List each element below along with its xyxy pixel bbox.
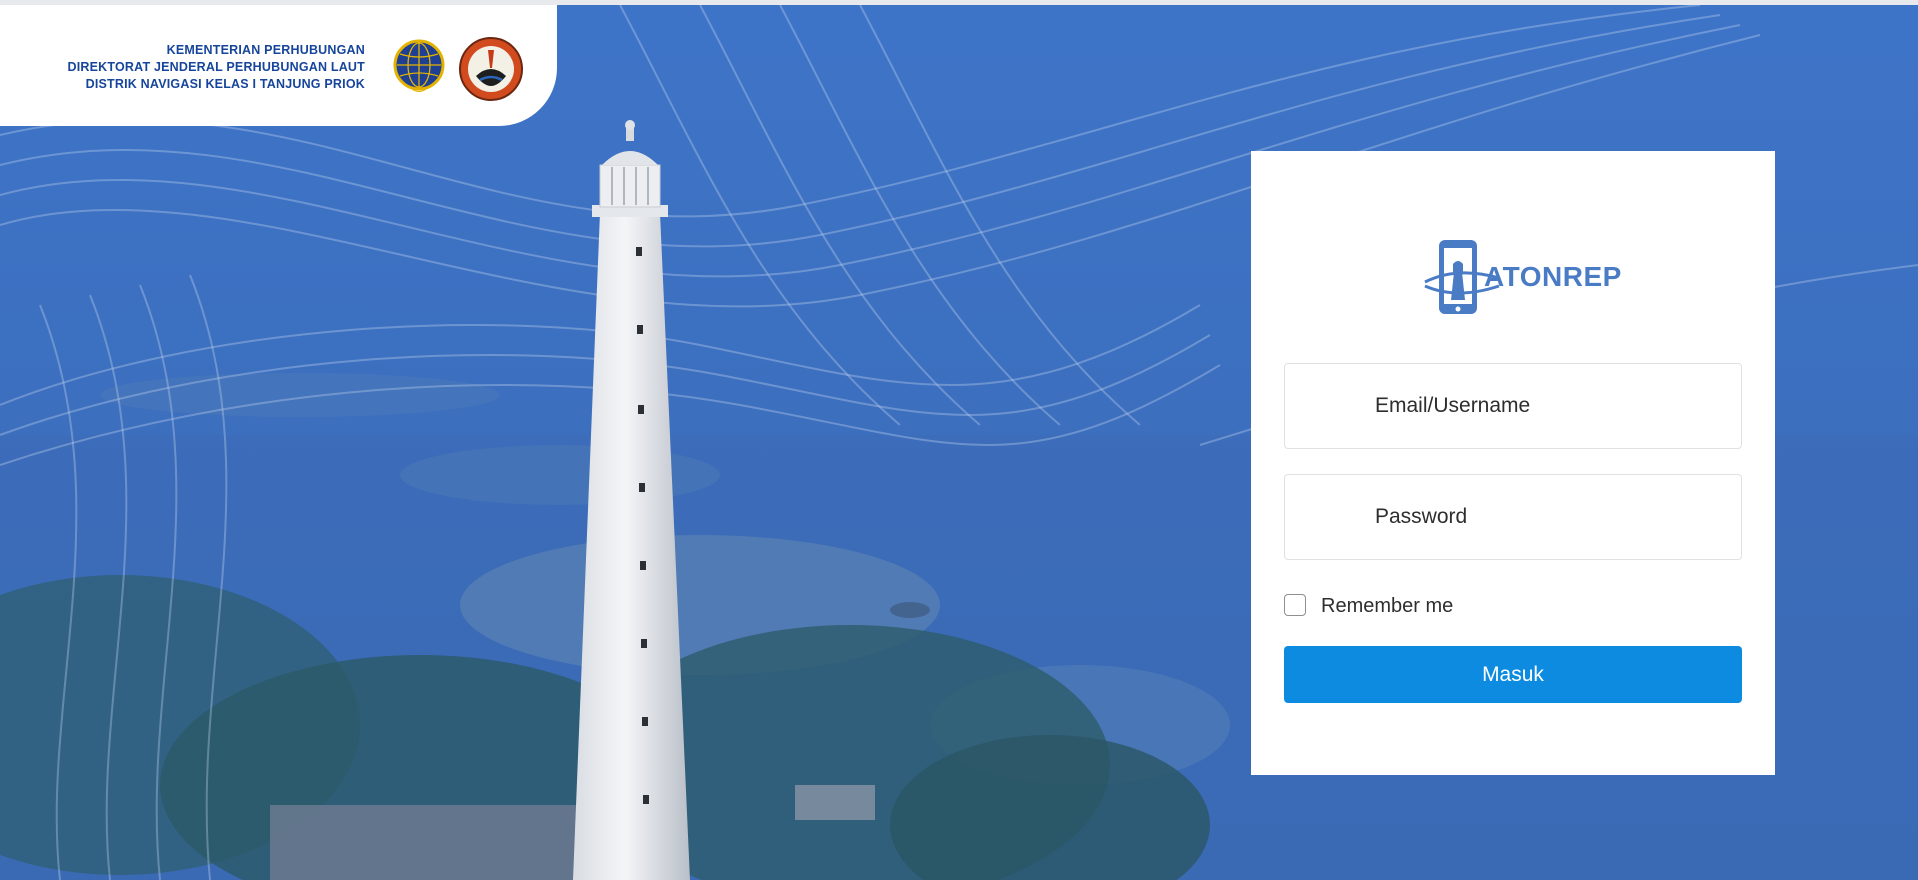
agency-name-line-directorate: DIREKTORAT JENDERAL PERHUBUNGAN LAUT — [67, 60, 365, 74]
remember-me-checkbox[interactable] — [1284, 594, 1306, 616]
login-card: ATONREP Remember me Masuk — [1251, 151, 1775, 775]
agency-name-line-district: DISTRIK NAVIGASI KELAS I TANJUNG PRIOK — [85, 77, 365, 91]
password-field-wrapper — [1284, 474, 1742, 560]
email-field-wrapper — [1284, 363, 1742, 449]
email-username-input[interactable] — [1285, 364, 1741, 448]
password-input[interactable] — [1285, 475, 1741, 559]
kemenhub-emblem-icon — [393, 39, 445, 92]
browser-top-edge — [0, 0, 1918, 5]
login-submit-button[interactable]: Masuk — [1284, 646, 1742, 703]
distrik-navigasi-emblem-icon — [459, 37, 523, 101]
remember-me-label[interactable]: Remember me — [1321, 595, 1453, 618]
agency-name-line-ministry: KEMENTERIAN PERHUBUNGAN — [166, 43, 365, 57]
app-name: ATONREP — [1484, 261, 1622, 292]
agency-name: KEMENTERIAN PERHUBUNGAN DIREKTORAT JENDE… — [68, 42, 366, 93]
header-brand-card: KEMENTERIAN PERHUBUNGAN DIREKTORAT JENDE… — [0, 5, 557, 126]
